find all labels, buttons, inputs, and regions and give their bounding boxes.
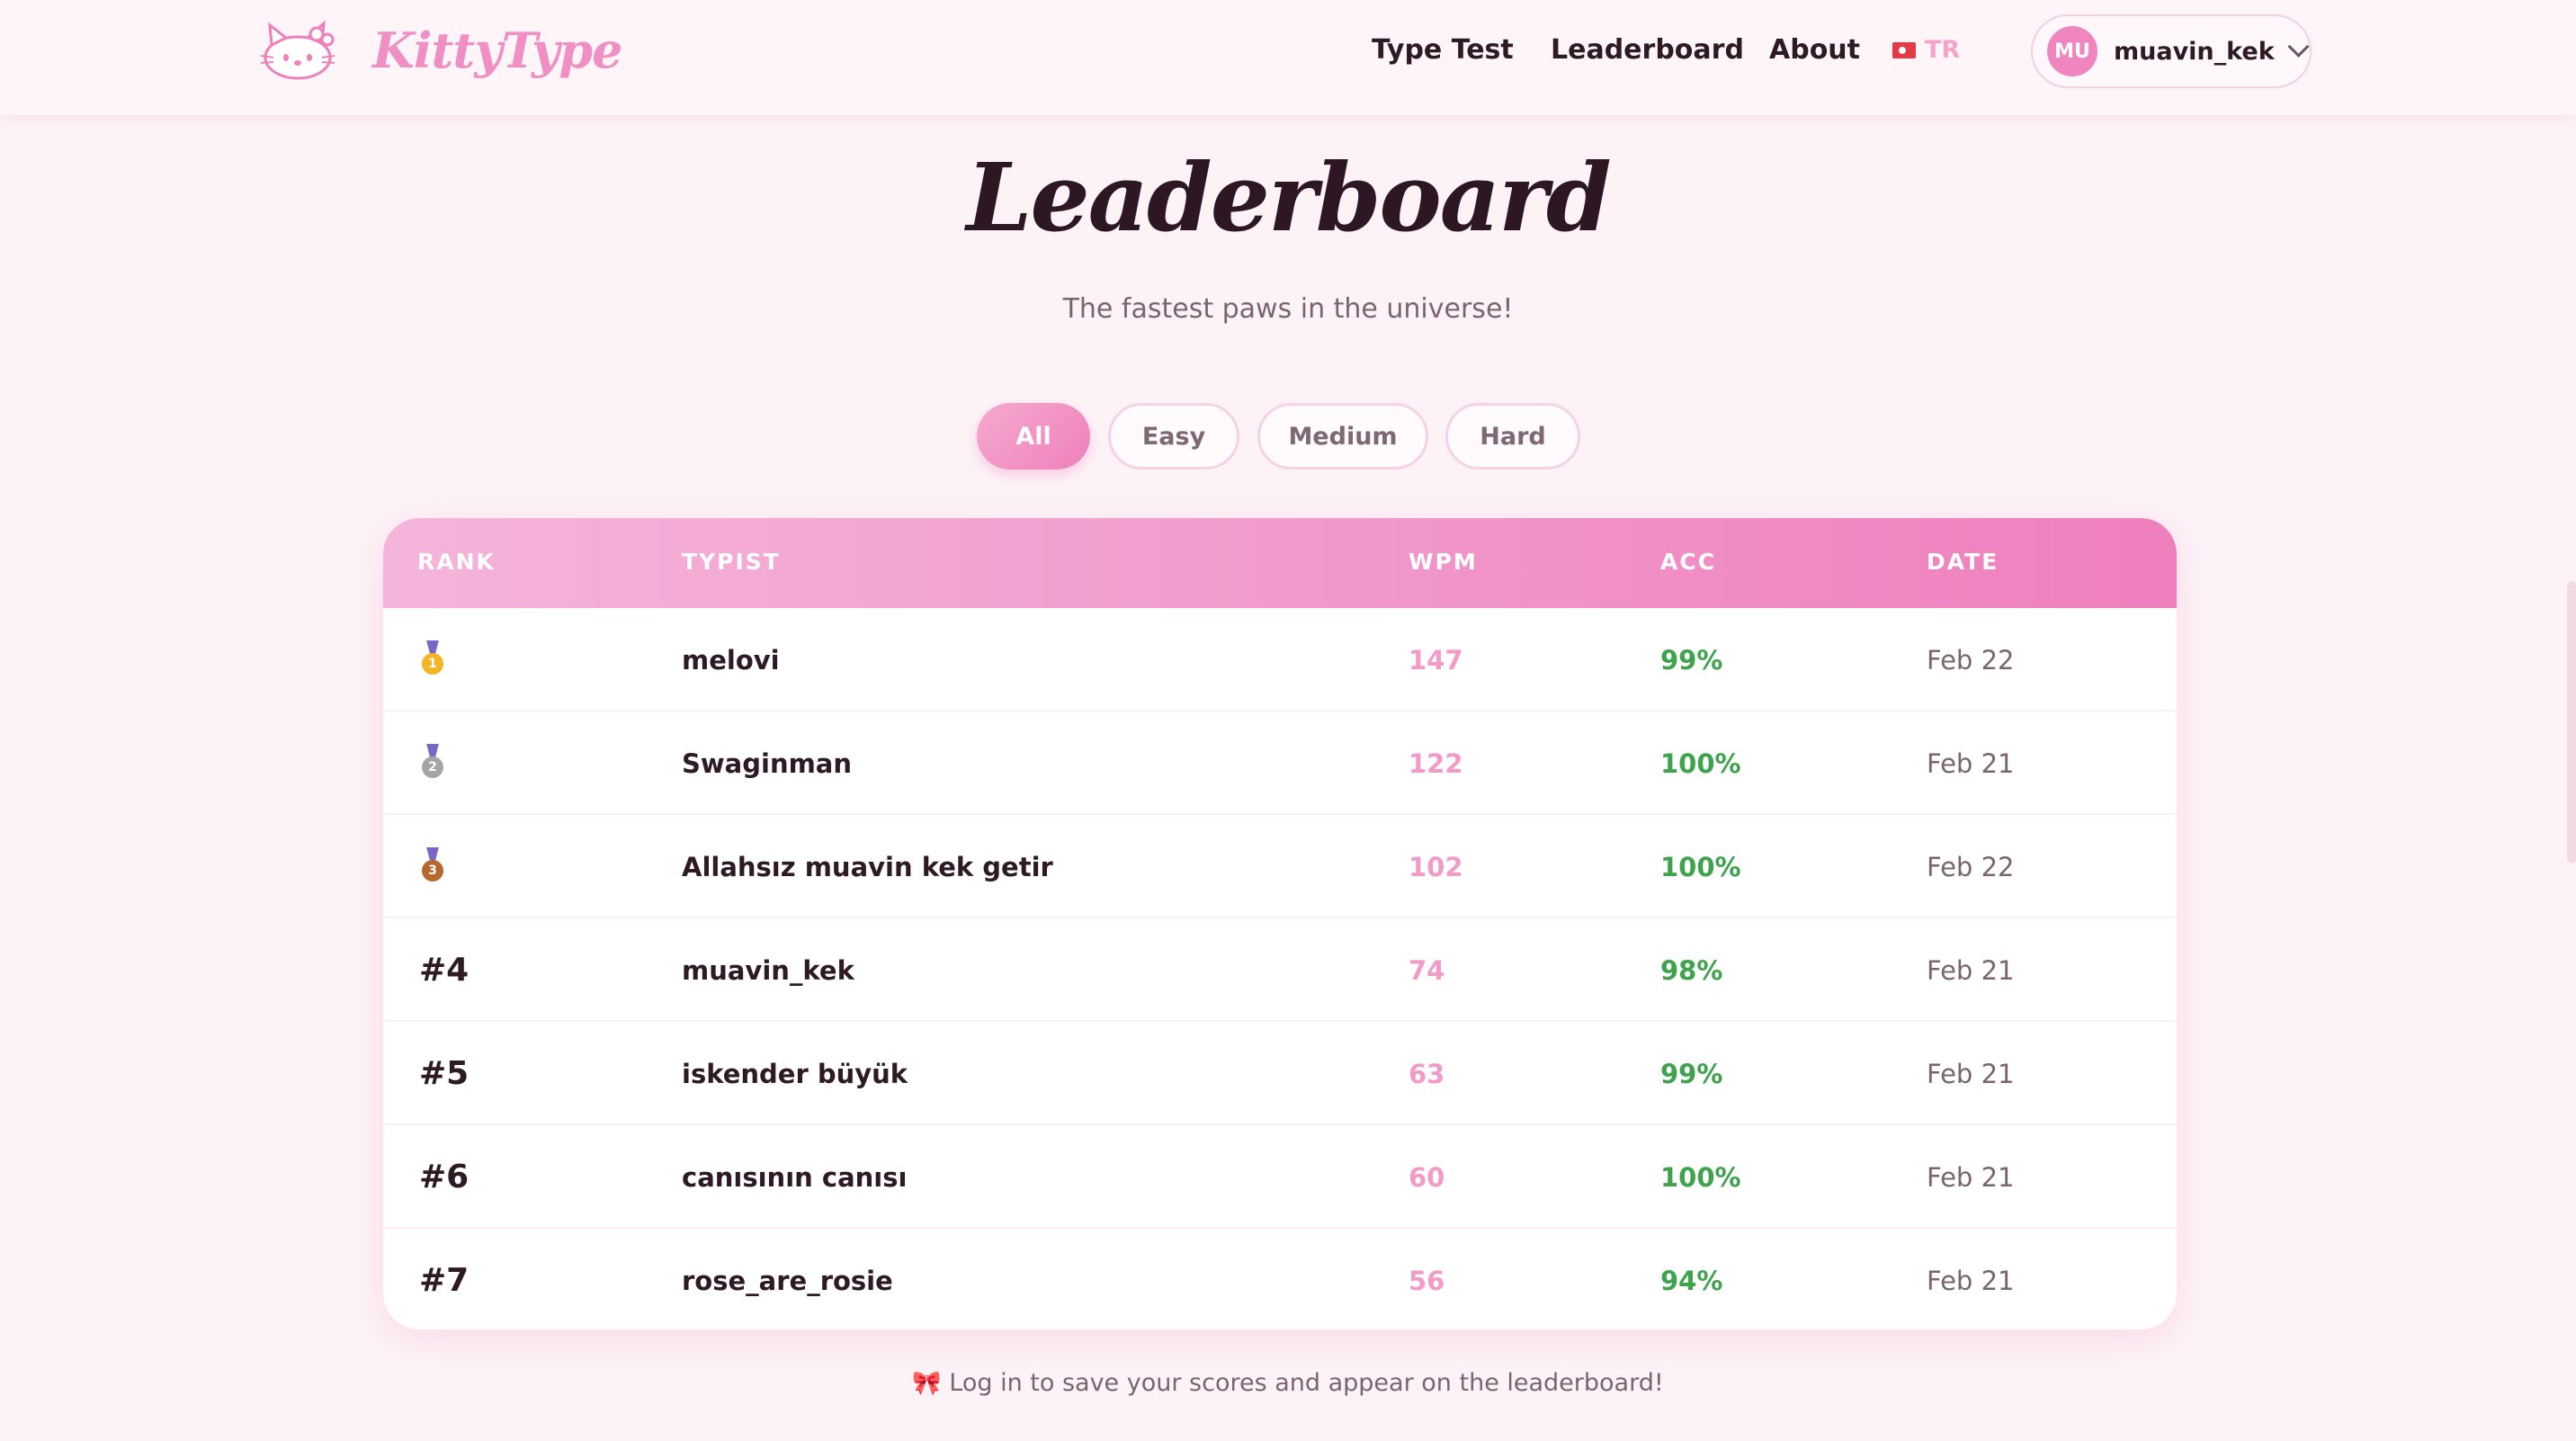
date-value: Feb 22 bbox=[1927, 644, 2015, 676]
app-logo-text[interactable]: KittyType bbox=[372, 22, 622, 79]
table-row: #4 muavin_kek 74 98% Feb 21 bbox=[383, 918, 2177, 1022]
leaderboard-table: RANK TYPIST WPM ACC DATE 1 melovi 147 99… bbox=[383, 518, 2177, 1329]
silver-medal-icon: 2 bbox=[419, 743, 446, 783]
wpm-value: 56 bbox=[1409, 1265, 1445, 1296]
typist-name: rose_are_rosie bbox=[682, 1265, 893, 1296]
filter-medium-button[interactable]: Medium bbox=[1257, 403, 1428, 470]
table-header: RANK TYPIST WPM ACC DATE bbox=[383, 518, 2177, 608]
nav-link-leaderboard[interactable]: Leaderboard bbox=[1551, 34, 1744, 66]
user-menu-button[interactable]: MU muavin_kek bbox=[2031, 14, 2312, 88]
gold-medal-icon: 1 bbox=[419, 640, 446, 680]
wpm-value: 63 bbox=[1409, 1058, 1445, 1089]
date-value: Feb 22 bbox=[1927, 851, 2015, 882]
rank-cell: #7 bbox=[419, 1262, 470, 1299]
accuracy-value: 99% bbox=[1660, 1058, 1723, 1089]
table-row: #7 rose_are_rosie 56 94% Feb 21 bbox=[383, 1229, 2177, 1329]
table-row: 1 melovi 147 99% Feb 22 bbox=[383, 608, 2177, 712]
rank-cell: #4 bbox=[419, 952, 470, 989]
rank-cell: #5 bbox=[419, 1055, 470, 1092]
login-prompt-text: Log in to save your scores and appear on… bbox=[949, 1369, 1664, 1397]
bow-icon: 🎀 bbox=[912, 1370, 942, 1397]
typist-name: Allahsız muavin kek getir bbox=[682, 851, 1053, 882]
accuracy-value: 100% bbox=[1660, 747, 1741, 779]
top-navbar: KittyType Type Test Leaderboard About TR… bbox=[0, 0, 2576, 115]
typist-name: iskender büyük bbox=[682, 1058, 908, 1089]
page-subtitle: The fastest paws in the universe! bbox=[1062, 293, 1514, 325]
table-row: 2 Swaginman 122 100% Feb 21 bbox=[383, 712, 2177, 815]
login-prompt: 🎀 Log in to save your scores and appear … bbox=[0, 1369, 2576, 1397]
rank-cell: 2 bbox=[419, 712, 446, 815]
date-value: Feb 21 bbox=[1927, 954, 2015, 986]
kitty-logo-icon[interactable] bbox=[259, 20, 336, 81]
header-wpm: WPM bbox=[1409, 549, 1478, 575]
filter-hard-button[interactable]: Hard bbox=[1445, 403, 1580, 470]
typist-name: muavin_kek bbox=[682, 954, 854, 986]
page-scrollbar[interactable] bbox=[2567, 581, 2576, 864]
nav-link-about[interactable]: About bbox=[1769, 34, 1860, 66]
wpm-value: 122 bbox=[1409, 747, 1463, 779]
header-acc: ACC bbox=[1660, 549, 1717, 575]
date-value: Feb 21 bbox=[1927, 1265, 2015, 1296]
table-row: 3 Allahsız muavin kek getir 102 100% Feb… bbox=[383, 815, 2177, 918]
turkey-flag-icon bbox=[1892, 41, 1916, 58]
accuracy-value: 99% bbox=[1660, 644, 1723, 676]
table-row: #5 iskender büyük 63 99% Feb 21 bbox=[383, 1022, 2177, 1125]
wpm-value: 147 bbox=[1409, 644, 1463, 676]
accuracy-value: 100% bbox=[1660, 851, 1741, 882]
header-rank: RANK bbox=[417, 549, 496, 575]
filter-easy-button[interactable]: Easy bbox=[1108, 403, 1239, 470]
rank-cell: 3 bbox=[419, 815, 446, 918]
rank-cell: 1 bbox=[419, 608, 446, 712]
date-value: Feb 21 bbox=[1927, 1058, 2015, 1089]
wpm-value: 102 bbox=[1409, 851, 1463, 882]
typist-name: melovi bbox=[682, 644, 780, 676]
typist-name: Swaginman bbox=[682, 747, 853, 779]
accuracy-value: 100% bbox=[1660, 1161, 1741, 1193]
page-title: Leaderboard bbox=[966, 142, 1611, 253]
accuracy-value: 98% bbox=[1660, 954, 1723, 986]
accuracy-value: 94% bbox=[1660, 1265, 1723, 1296]
filter-all-button[interactable]: All bbox=[977, 403, 1090, 470]
date-value: Feb 21 bbox=[1927, 1161, 2015, 1193]
table-row: #6 canısının canısı 60 100% Feb 21 bbox=[383, 1125, 2177, 1229]
date-value: Feb 21 bbox=[1927, 747, 2015, 779]
bronze-medal-icon: 3 bbox=[419, 846, 446, 887]
typist-name: canısının canısı bbox=[682, 1161, 908, 1193]
wpm-value: 74 bbox=[1409, 954, 1445, 986]
language-switcher[interactable]: TR bbox=[1892, 36, 1960, 64]
wpm-value: 60 bbox=[1409, 1161, 1445, 1193]
username-label: muavin_kek bbox=[2114, 37, 2275, 66]
chevron-down-icon bbox=[2287, 35, 2310, 58]
header-date: DATE bbox=[1927, 549, 1999, 575]
header-typist: TYPIST bbox=[682, 549, 781, 575]
rank-cell: #6 bbox=[419, 1159, 470, 1195]
avatar: MU bbox=[2047, 26, 2097, 76]
language-code: TR bbox=[1925, 36, 1961, 64]
nav-link-type-test[interactable]: Type Test bbox=[1372, 34, 1514, 66]
